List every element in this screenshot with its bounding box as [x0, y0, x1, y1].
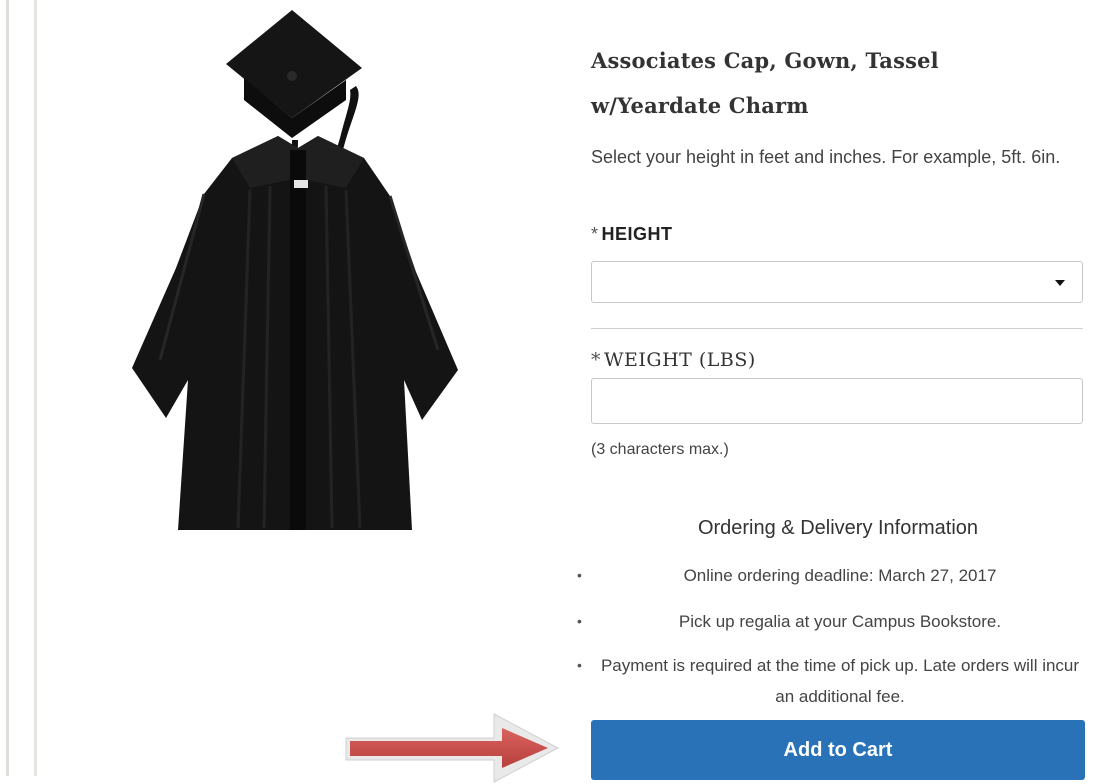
product-title: Associates Cap, Gown, Tassel w/Yeardate …	[591, 38, 1085, 128]
bullet-icon: •	[577, 567, 582, 583]
product-image	[120, 0, 470, 535]
bullet-icon: •	[577, 613, 582, 629]
height-label: * HEIGHT	[591, 224, 673, 245]
height-label-text: HEIGHT	[601, 224, 673, 244]
required-marker: *	[591, 349, 601, 371]
ordering-info-text: Payment is required at the time of pick …	[600, 656, 1080, 706]
ordering-info-text: Pick up regalia at your Campus Bookstore…	[678, 612, 1002, 631]
caret-down-icon[interactable]	[1055, 280, 1065, 286]
product-title-line-2: w/Yeardate Charm	[591, 93, 809, 118]
form-divider	[591, 328, 1083, 329]
list-item: • Online ordering deadline: March 27, 201…	[577, 560, 1081, 591]
ordering-info-list: • Online ordering deadline: March 27, 201…	[577, 560, 1081, 727]
weight-label: * WEIGHT (LBS)	[591, 349, 756, 371]
graduation-gown-icon	[132, 10, 458, 530]
product-title-line-1: Associates Cap, Gown, Tassel	[591, 48, 939, 73]
add-to-cart-button[interactable]: Add to Cart	[591, 720, 1085, 780]
required-marker: *	[591, 224, 599, 244]
left-rail-border	[0, 0, 37, 776]
weight-label-text: WEIGHT (LBS)	[604, 349, 756, 371]
ordering-info-heading: Ordering & Delivery Information	[697, 517, 979, 539]
ordering-info-text: Online ordering deadline: March 27, 2017	[683, 566, 997, 585]
list-item: • Pick up regalia at your Campus Bookstor…	[577, 606, 1081, 637]
weight-input[interactable]	[591, 378, 1083, 424]
weight-char-limit-note: (3 characters max.)	[591, 441, 729, 458]
arrow-right-icon	[345, 713, 560, 783]
bullet-icon: •	[577, 657, 582, 673]
height-instructions: Select your height in feet and inches. F…	[591, 147, 1061, 167]
height-select[interactable]	[591, 261, 1083, 303]
list-item: • Payment is required at the time of pick…	[577, 650, 1081, 712]
